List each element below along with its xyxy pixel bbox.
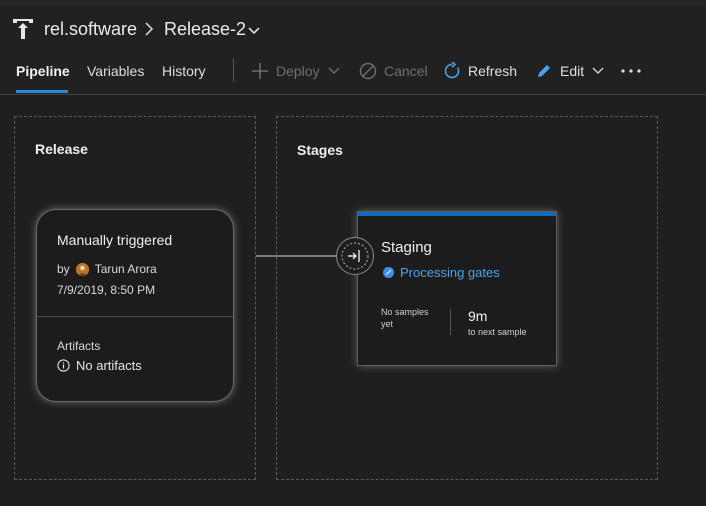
chevron-right-icon <box>145 22 154 36</box>
toolbar-divider <box>233 58 234 82</box>
tab-variables[interactable]: Variables <box>87 62 144 80</box>
stage-status-text: Processing gates <box>400 265 500 280</box>
stages-panel-title: Stages <box>297 142 343 158</box>
card-divider <box>37 316 233 317</box>
edit-button[interactable]: Edit <box>535 60 611 82</box>
more-options-icon[interactable] <box>620 63 642 77</box>
deploy-label: Deploy <box>276 63 320 79</box>
header: rel.software Release-2 Pipeline Variable… <box>0 0 706 95</box>
chevron-down-icon <box>328 67 340 74</box>
next-sample-label: to next sample <box>468 327 527 337</box>
stage-name: Staging <box>381 239 432 256</box>
top-strip <box>0 0 706 5</box>
release-author: by Tarun Arora <box>57 262 157 276</box>
chevron-down-icon <box>592 67 604 74</box>
refresh-button[interactable]: Refresh <box>443 60 517 82</box>
edit-label: Edit <box>560 63 585 79</box>
stage-status[interactable]: Processing gates <box>383 265 500 280</box>
release-panel-title: Release <box>35 141 88 157</box>
tab-pipeline[interactable]: Pipeline <box>16 62 70 80</box>
active-tab-indicator <box>16 90 68 93</box>
deploy-button[interactable]: Deploy <box>251 60 347 82</box>
info-icon <box>57 359 70 372</box>
chevron-down-icon[interactable] <box>247 26 261 36</box>
pre-deployment-gate[interactable] <box>336 237 374 275</box>
next-sample-time: 9m <box>468 308 488 324</box>
avatar <box>75 262 89 276</box>
no-artifacts: No artifacts <box>57 358 142 373</box>
trigger-text: Manually triggered <box>57 232 173 248</box>
pencil-icon <box>538 65 550 77</box>
gate-icon <box>341 242 369 270</box>
refresh-label: Refresh <box>468 63 518 79</box>
sample-divider <box>450 309 451 335</box>
release-card[interactable]: Manually triggered by Tarun Arora 7/9/20… <box>36 209 234 402</box>
stage-card-staging[interactable]: Staging Processing gates No samples yet … <box>357 211 557 366</box>
cancel-icon <box>359 62 377 80</box>
cancel-button[interactable]: Cancel <box>359 60 428 82</box>
release-date: 7/9/2019, 8:50 PM <box>57 283 156 297</box>
breadcrumb-release[interactable]: Release-2 <box>164 18 246 40</box>
artifacts-label: Artifacts <box>57 339 101 353</box>
plus-icon <box>252 63 268 79</box>
stage-status-bar <box>358 212 556 216</box>
refresh-icon <box>444 62 460 79</box>
no-samples-text: No samples yet <box>381 307 429 329</box>
author-name[interactable]: Tarun Arora <box>95 262 157 276</box>
pipeline-connector <box>256 255 344 257</box>
cancel-label: Cancel <box>384 63 428 79</box>
release-pipeline-icon <box>13 19 33 39</box>
breadcrumb-project[interactable]: rel.software <box>44 18 137 40</box>
by-prefix: by <box>57 262 70 276</box>
release-pipeline-view: rel.software Release-2 Pipeline Variable… <box>0 0 706 506</box>
in-progress-icon <box>383 267 394 278</box>
no-artifacts-text: No artifacts <box>76 358 142 373</box>
tab-history[interactable]: History <box>162 62 206 80</box>
